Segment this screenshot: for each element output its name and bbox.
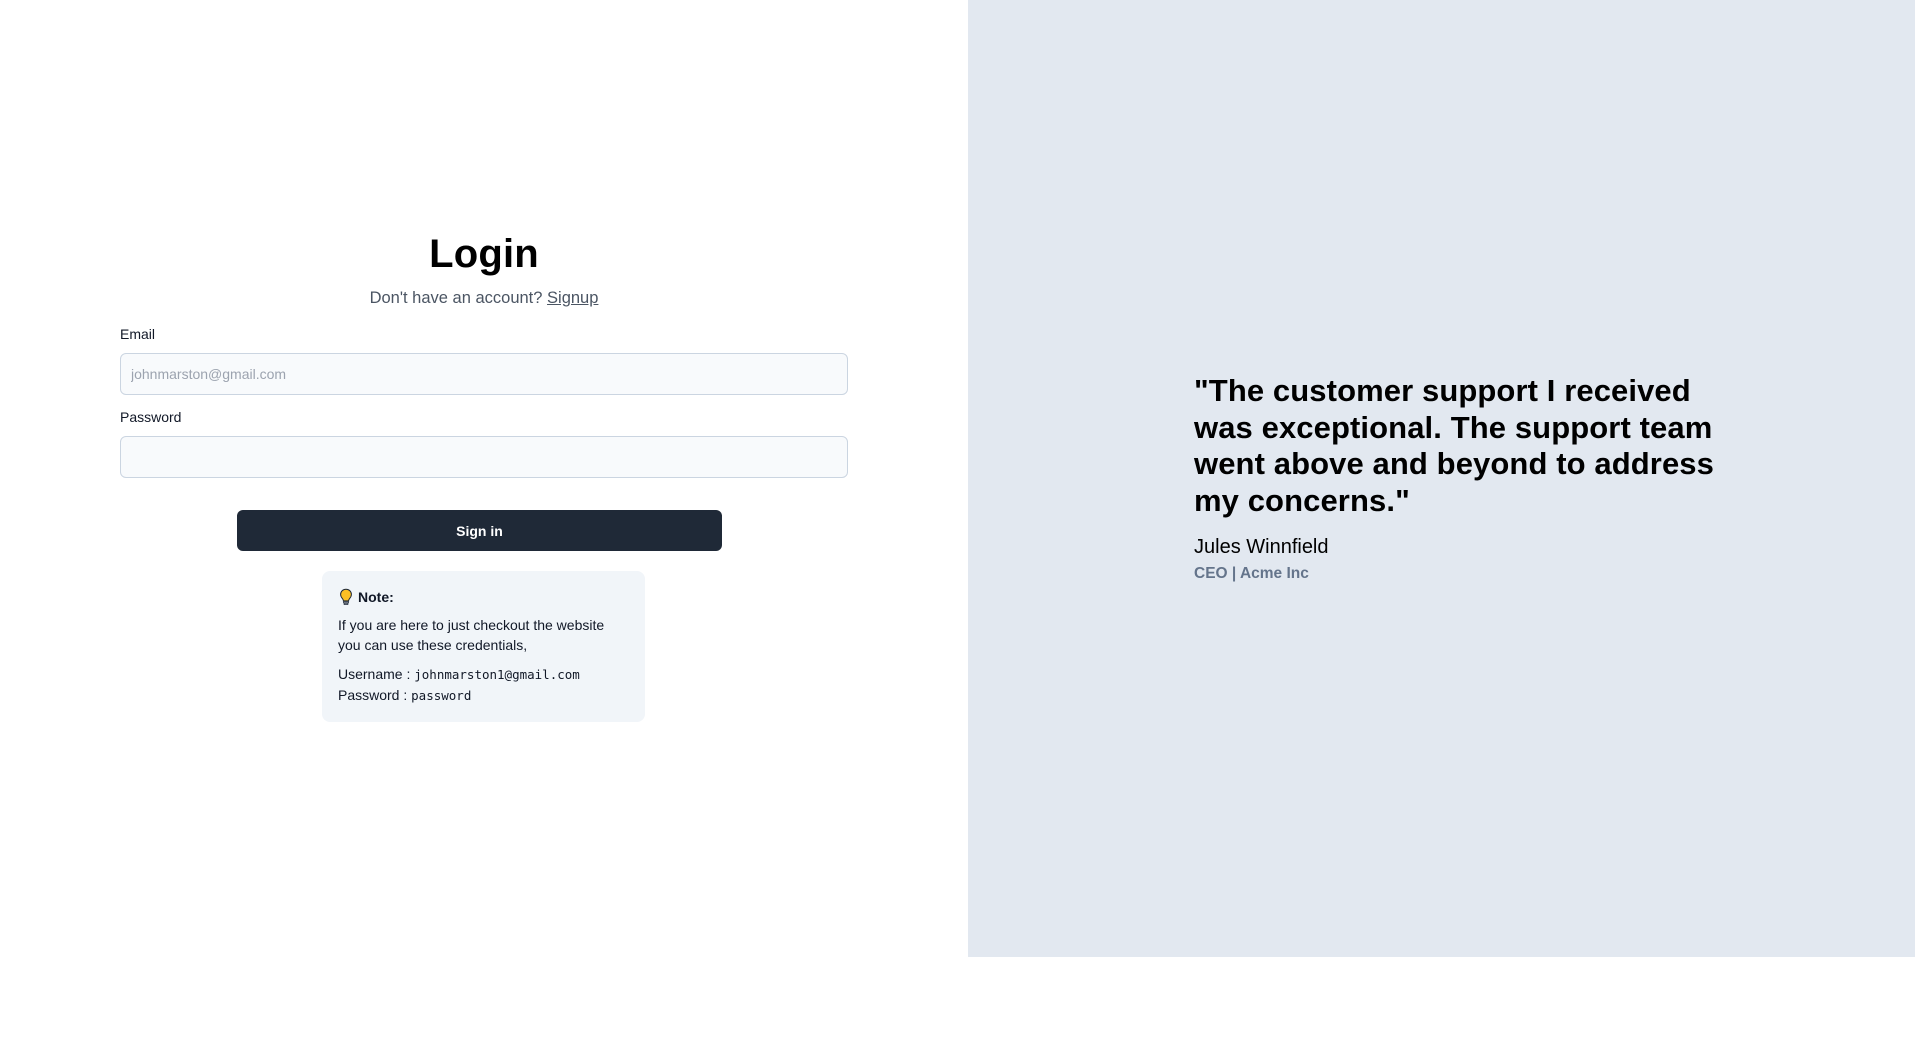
credentials-list: Username : johnmarston1@gmail.com Passwo…	[338, 664, 629, 706]
login-panel: Login Don't have an account? Signup Emai…	[0, 0, 968, 957]
note-header: Note:	[338, 588, 629, 606]
password-credential-value: password	[411, 688, 472, 703]
username-value: johnmarston1@gmail.com	[414, 667, 580, 682]
testimonial-panel: "The customer support I received was exc…	[968, 0, 1915, 957]
sign-in-button[interactable]: Sign in	[237, 510, 722, 551]
username-label: Username :	[338, 666, 411, 682]
signup-prompt-line: Don't have an account? Signup	[0, 289, 968, 308]
note-body: If you are here to just checkout the web…	[338, 617, 605, 653]
note-title: Note:	[358, 589, 394, 605]
testimonial-quote: "The customer support I received was exc…	[1194, 373, 1714, 518]
page-title: Login	[429, 232, 539, 276]
email-label: Email	[120, 326, 156, 342]
demo-credentials-note: Note: If you are here to just checkout t…	[322, 571, 645, 722]
password-credential-label: Password :	[338, 687, 408, 703]
login-page: Login Don't have an account? Signup Emai…	[0, 0, 1920, 1040]
signup-prompt-text: Don't have an account?	[369, 289, 543, 307]
password-credential: Password : password	[338, 685, 629, 706]
testimonial-author: Jules Winnfield	[1194, 536, 1329, 558]
testimonial-role: CEO | Acme Inc	[1194, 565, 1309, 582]
email-input[interactable]	[120, 353, 848, 395]
signup-link[interactable]: Signup	[547, 289, 598, 307]
password-label: Password	[120, 409, 182, 425]
lightbulb-icon	[338, 588, 354, 606]
password-input[interactable]	[120, 436, 848, 478]
username-credential: Username : johnmarston1@gmail.com	[338, 664, 629, 685]
